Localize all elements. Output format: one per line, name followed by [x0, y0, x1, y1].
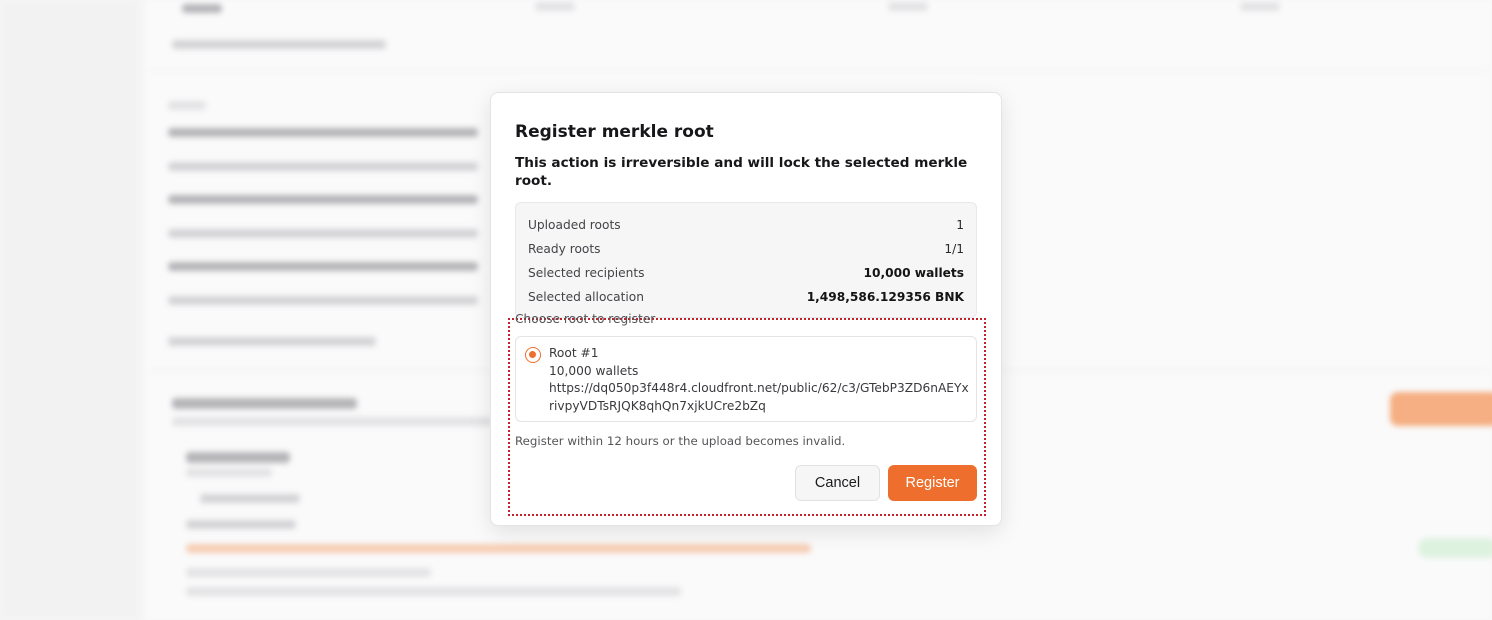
- summary-row-selected-recipients: Selected recipients 10,000 wallets: [528, 261, 964, 285]
- summary-label: Selected allocation: [528, 290, 644, 304]
- cancel-button[interactable]: Cancel: [795, 465, 880, 501]
- summary-panel: Uploaded roots 1 Ready roots 1/1 Selecte…: [515, 202, 977, 318]
- summary-row-selected-allocation: Selected allocation 1,498,586.129356 BNK: [528, 285, 964, 309]
- summary-label: Ready roots: [528, 242, 601, 256]
- summary-value: 1,498,586.129356 BNK: [806, 290, 964, 304]
- register-button[interactable]: Register: [888, 465, 977, 501]
- root-url: https://dq050p3f448r4.cloudfront.net/pub…: [549, 381, 969, 413]
- summary-value: 1: [956, 218, 964, 232]
- summary-value: 10,000 wallets: [863, 266, 964, 280]
- dialog-title: Register merkle root: [515, 122, 714, 142]
- summary-row-ready-roots: Ready roots 1/1: [528, 237, 964, 261]
- root-wallet-count: 10,000 wallets: [549, 363, 639, 378]
- summary-label: Selected recipients: [528, 266, 645, 280]
- root-radio-button[interactable]: [525, 347, 541, 363]
- summary-row-uploaded-roots: Uploaded roots 1: [528, 213, 964, 237]
- summary-label: Uploaded roots: [528, 218, 621, 232]
- dialog-warning-text: This action is irreversible and will loc…: [515, 155, 968, 189]
- registration-deadline-note: Register within 12 hours or the upload b…: [515, 434, 846, 448]
- root-name: Root #1: [549, 346, 599, 360]
- summary-value: 1/1: [944, 242, 964, 256]
- choose-root-label: Choose root to register: [515, 312, 656, 326]
- root-option-card[interactable]: Root #1 10,000 wallets https://dq050p3f4…: [515, 336, 977, 422]
- register-merkle-root-dialog: Register merkle root This action is irre…: [490, 92, 1002, 526]
